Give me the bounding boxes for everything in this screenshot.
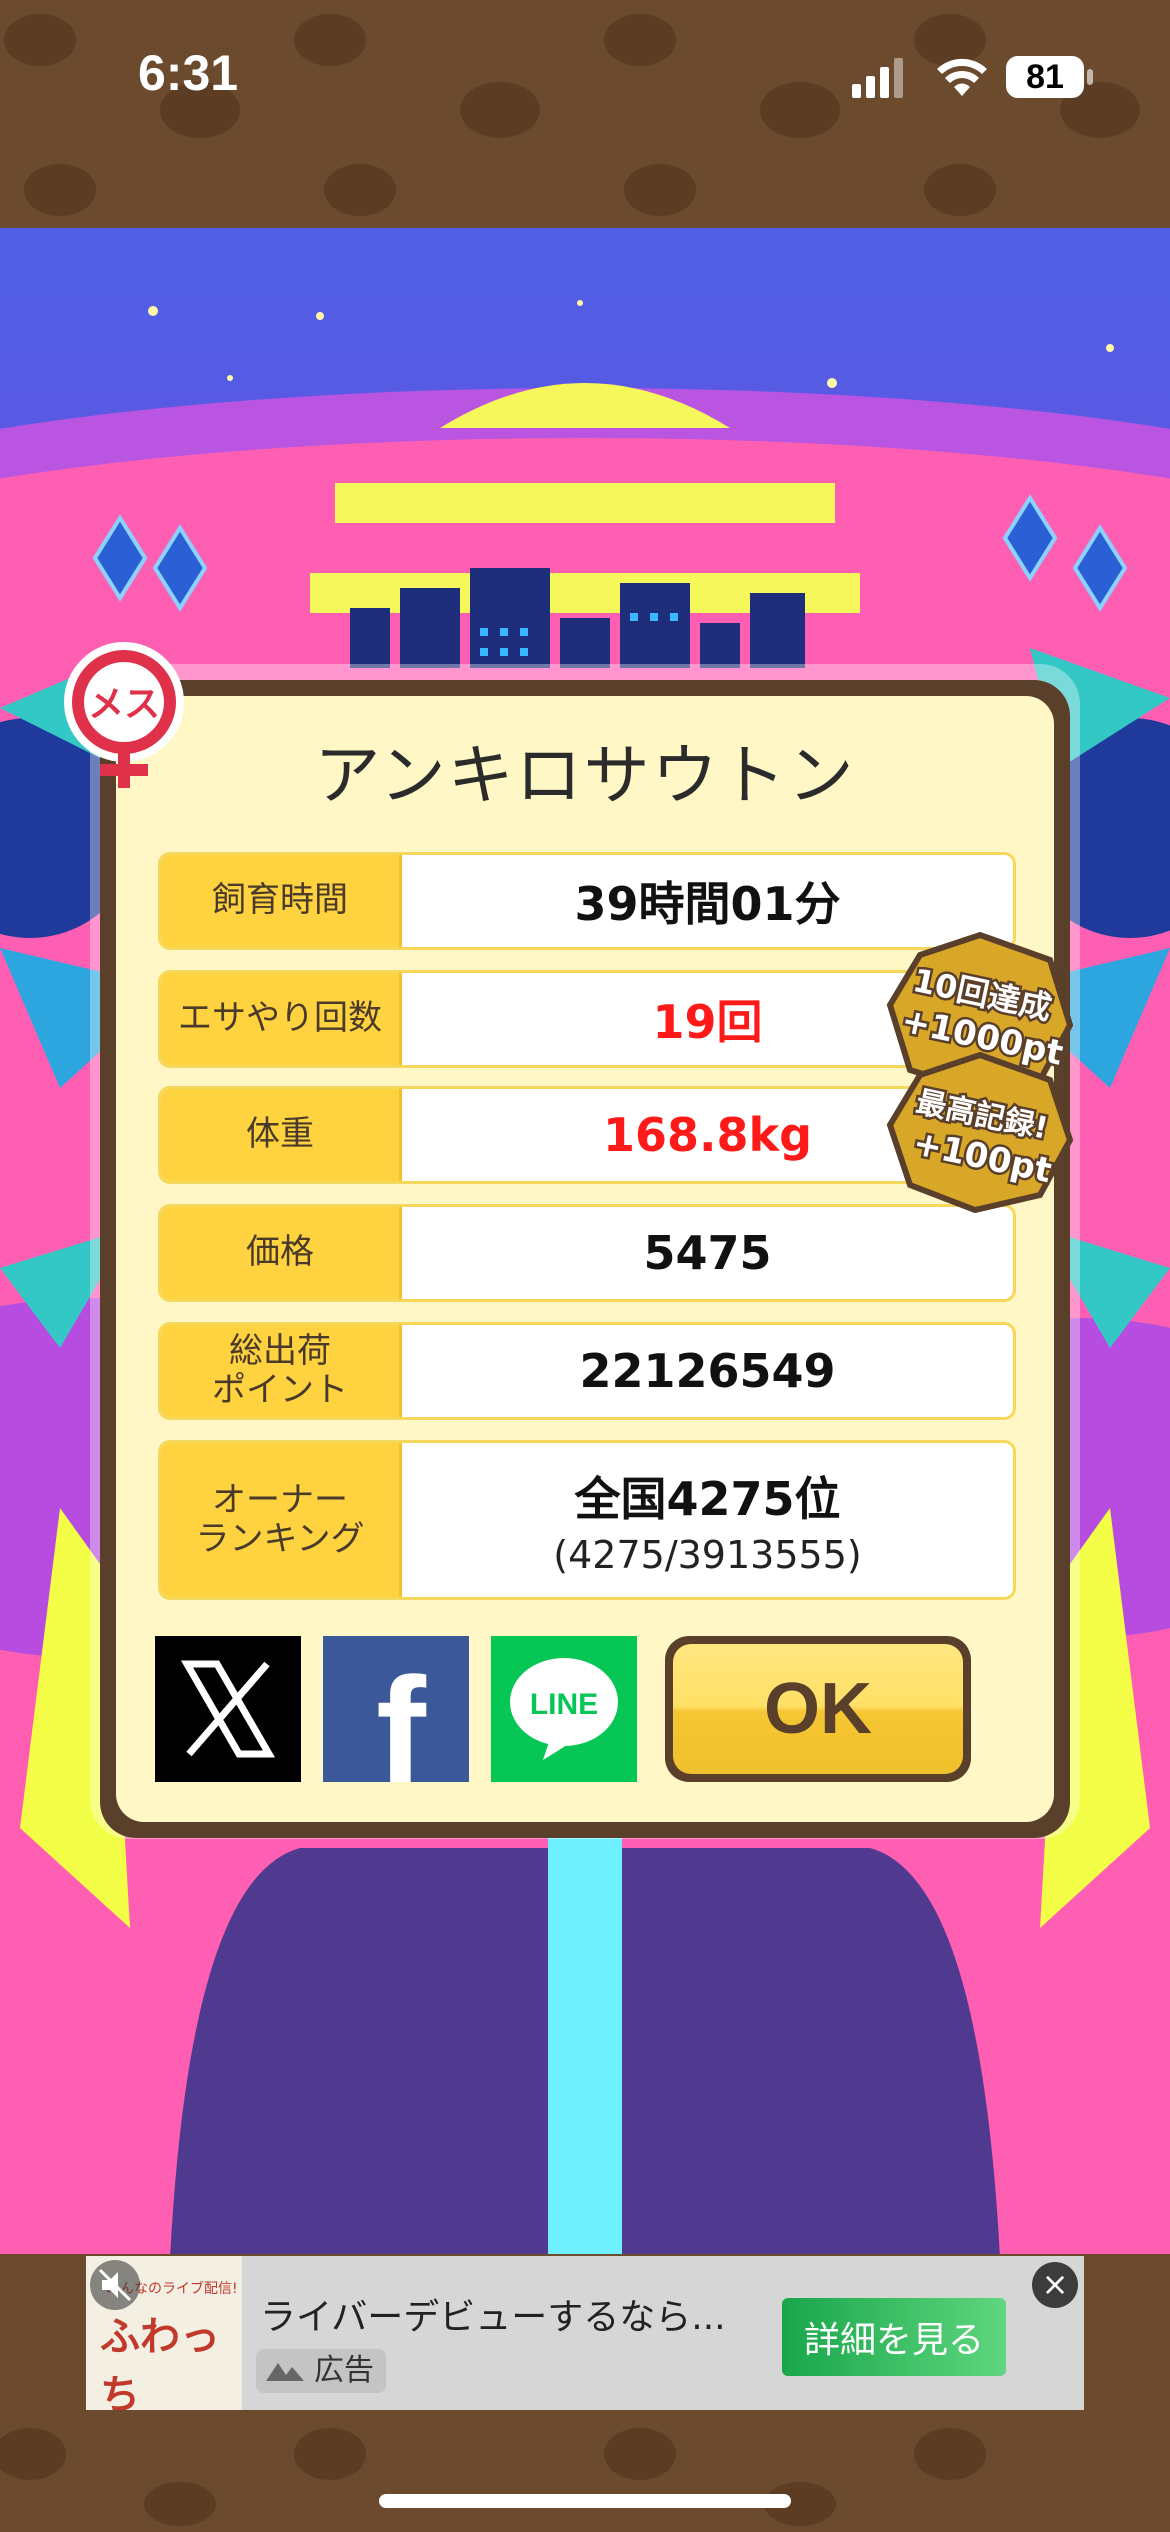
- ok-button[interactable]: OK: [665, 1636, 971, 1782]
- gender-label: メス: [88, 684, 160, 725]
- battery-indicator: 81: [1006, 56, 1084, 98]
- share-facebook-button[interactable]: f: [323, 1636, 469, 1814]
- share-x-button[interactable]: [155, 1636, 301, 1782]
- ad-cta-button[interactable]: 詳細を見る: [782, 2298, 1006, 2376]
- row-label: エサやり回数: [161, 973, 402, 1065]
- top-pattern: [0, 0, 1170, 230]
- row-label: 価格: [161, 1207, 402, 1299]
- row-total-points: 総出荷 ポイント 22126549: [158, 1322, 1016, 1420]
- ad-title[interactable]: ライバーデビューするなら...: [260, 2288, 760, 2340]
- row-label: 体重: [161, 1089, 402, 1181]
- row-value: 22126549: [579, 1344, 836, 1398]
- row-value-group: 全国4275位 (4275/3913555): [402, 1443, 1013, 1597]
- row-label: オーナー ランキング: [161, 1443, 402, 1597]
- row-label: 総出荷 ポイント: [161, 1325, 402, 1417]
- ad-close-button[interactable]: ×: [1032, 2262, 1078, 2308]
- ok-button-label: OK: [673, 1644, 963, 1774]
- status-bar: [0, 0, 1170, 230]
- row-label: 飼育時間: [161, 855, 402, 947]
- signal-icon: [852, 58, 903, 98]
- line-logo-icon: LINE: [510, 1658, 618, 1760]
- creature-name: アンキロサウトン: [314, 737, 856, 814]
- row-owner-ranking: オーナー ランキング 全国4275位 (4275/3913555): [158, 1440, 1016, 1600]
- achievement-badges: 10回達成 +1000pt 最高記録! +100pt: [886, 931, 1074, 1214]
- status-time: 6:31: [138, 45, 239, 101]
- ad-thumb-logo: ふわっち: [100, 2314, 220, 2410]
- ad-mute-button[interactable]: [90, 2260, 140, 2310]
- home-indicator[interactable]: [379, 2494, 791, 2508]
- ad-network-icon: [266, 2363, 304, 2381]
- wifi-icon: [937, 58, 987, 96]
- facebook-logo-icon: f: [376, 1646, 427, 1814]
- ranking-value: 全国4275位: [574, 1472, 841, 1526]
- badge-record: 最高記録! +100pt: [886, 1051, 1074, 1214]
- x-logo-icon: [180, 1660, 276, 1758]
- battery-tip-icon: [1087, 69, 1093, 85]
- facebook-glyph: f: [376, 1646, 427, 1782]
- line-glyph: LINE: [530, 1688, 598, 1721]
- share-line-button[interactable]: LINE: [491, 1636, 637, 1782]
- mute-icon: [98, 2268, 132, 2302]
- ranking-detail: (4275/3913555): [553, 1533, 862, 1577]
- ad-label: 広告: [256, 2349, 386, 2393]
- row-value: 5475: [643, 1226, 772, 1280]
- ad-label-text: 広告: [314, 2353, 374, 2388]
